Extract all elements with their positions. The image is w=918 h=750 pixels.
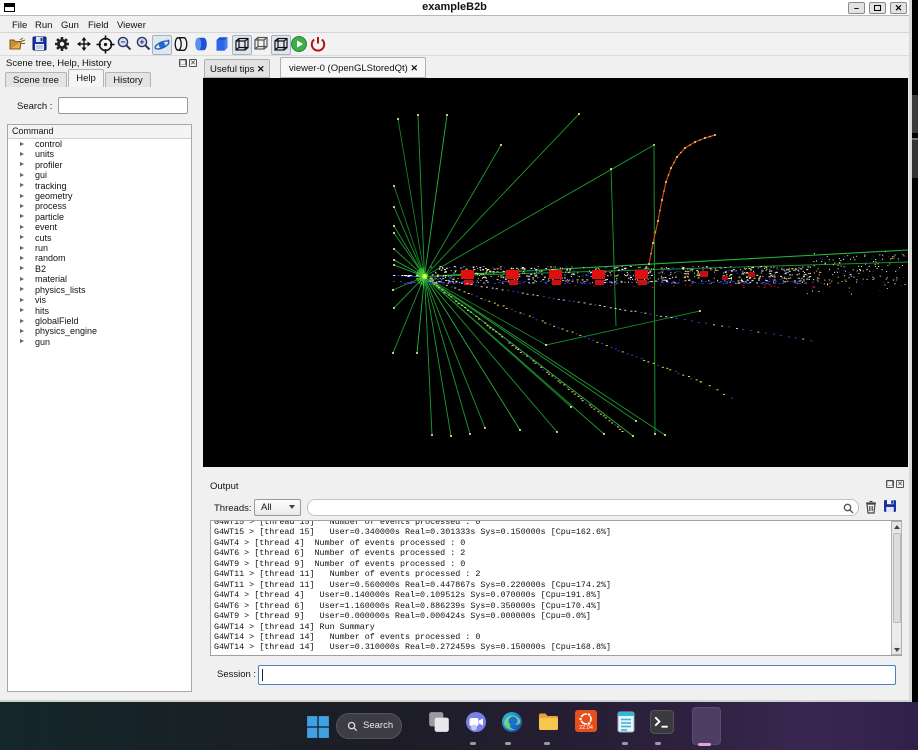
svg-text:+: + [140,38,145,47]
svg-text:−: − [121,38,126,47]
